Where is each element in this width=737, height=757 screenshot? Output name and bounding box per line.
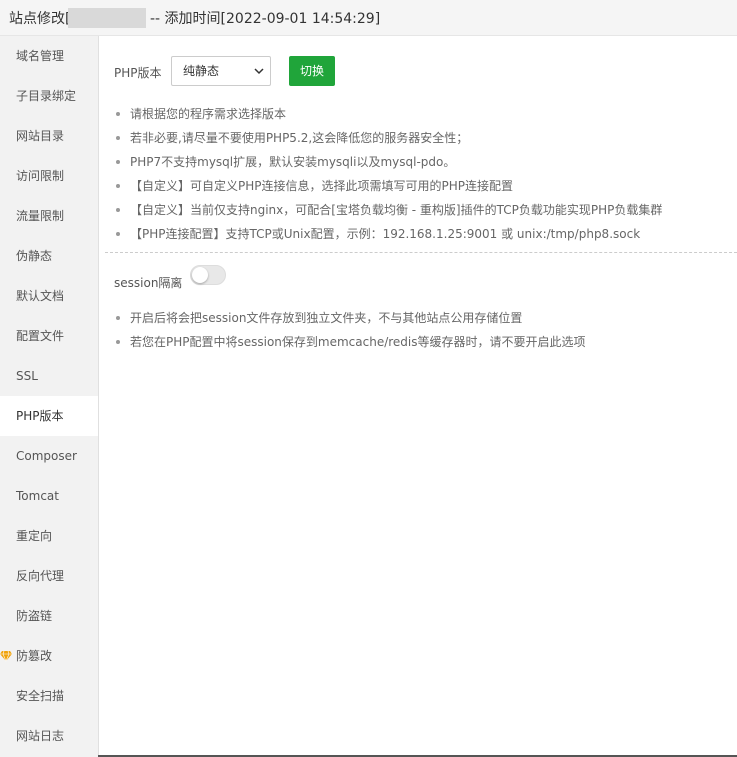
toggle-knob [192,267,208,283]
sidebar-item-label: SSL [16,369,38,383]
session-tips-list: 开启后将会把session文件存放到独立文件夹，不与其他站点公用存储位置若您在P… [113,306,733,354]
sidebar-item-label: 安全扫描 [16,689,65,703]
sidebar-item-11[interactable]: Tomcat [0,476,98,516]
session-isolation-toggle[interactable] [190,265,226,285]
sidebar-item-12[interactable]: 重定向 [0,516,98,556]
sidebar-item-14[interactable]: 防盗链 [0,596,98,636]
diamond-icon [0,650,12,662]
bullet-icon [116,232,120,236]
tip-item: 【自定义】可自定义PHP连接信息，选择此项需填写可用的PHP连接配置 [113,174,733,198]
tip-text: 【自定义】可自定义PHP连接信息，选择此项需填写可用的PHP连接配置 [130,179,513,193]
tip-text: 【自定义】当前仅支持nginx，可配合[宝塔负载均衡 - 重构版]插件的TCP负… [130,203,663,217]
window-title-prefix: 站点修改[ [9,11,71,27]
php-tips-list: 请根据您的程序需求选择版本若非必要,请尽量不要使用PHP5.2,这会降低您的服务… [113,102,733,246]
sidebar-item-2[interactable]: 网站目录 [0,116,98,156]
php-version-panel: PHP版本 纯静态 切换 请根据您的程序需求选择版本若非必要,请尽量不要使用PH… [98,36,737,757]
sidebar-item-label: 网站目录 [16,129,65,143]
tip-text: 若非必要,请尽量不要使用PHP5.2,这会降低您的服务器安全性； [130,131,469,145]
sidebar-item-3[interactable]: 访问限制 [0,156,98,196]
session-isolation-label: session隔离 [114,276,183,290]
tip-item: PHP7不支持mysql扩展，默认安装mysqli以及mysql-pdo。 [113,150,733,174]
sidebar-item-label: 配置文件 [16,329,65,343]
sidebar-item-label: 重定向 [16,529,53,543]
sidebar-item-9[interactable]: PHP版本 [0,396,98,436]
sidebar-item-label: 子目录绑定 [16,89,77,103]
sidebar-item-label: 默认文档 [16,289,65,303]
bullet-icon [116,340,120,344]
sidebar-item-10[interactable]: Composer [0,436,98,476]
sidebar-item-label: 防篡改 [16,649,53,663]
sidebar-item-label: 域名管理 [16,49,65,63]
bullet-icon [116,208,120,212]
tip-item: 【自定义】当前仅支持nginx，可配合[宝塔负载均衡 - 重构版]插件的TCP负… [113,198,733,222]
bullet-icon [116,160,120,164]
sidebar-item-6[interactable]: 默认文档 [0,276,98,316]
tip-text: 【PHP连接配置】支持TCP或Unix配置，示例：192.168.1.25:90… [130,227,641,241]
sidebar-item-label: 伪静态 [16,249,53,263]
bullet-icon [116,184,120,188]
sidebar-item-label: 网站日志 [16,729,65,743]
window-titlebar: 站点修改[ -- 添加时间[2022-09-01 14:54:29] [0,0,737,36]
tip-text: 请根据您的程序需求选择版本 [130,107,287,121]
tip-text: 开启后将会把session文件存放到独立文件夹，不与其他站点公用存储位置 [130,311,523,325]
sidebar-item-7[interactable]: 配置文件 [0,316,98,356]
sidebar-item-15[interactable]: 防篡改 [0,636,98,676]
bullet-icon [116,316,120,320]
sidebar-item-13[interactable]: 反向代理 [0,556,98,596]
tip-item: 请根据您的程序需求选择版本 [113,102,733,126]
php-version-select[interactable]: 纯静态 [171,56,271,86]
tip-text: PHP7不支持mysql扩展，默认安装mysqli以及mysql-pdo。 [130,155,456,169]
sidebar-item-8[interactable]: SSL [0,356,98,396]
sidebar-item-label: 访问限制 [16,169,65,183]
sidebar-item-17[interactable]: 网站日志 [0,716,98,756]
sidebar-item-16[interactable]: 安全扫描 [0,676,98,716]
sidebar-item-label: 流量限制 [16,209,65,223]
chevron-down-icon [254,68,264,75]
tip-item: 开启后将会把session文件存放到独立文件夹，不与其他站点公用存储位置 [113,306,733,330]
settings-sidebar: 域名管理子目录绑定网站目录访问限制流量限制伪静态默认文档配置文件 SSL PHP版本… [0,36,98,757]
tip-item: 若非必要,请尽量不要使用PHP5.2,这会降低您的服务器安全性； [113,126,733,150]
php-version-label: PHP版本 [114,66,162,80]
sidebar-item-label: Tomcat [16,489,59,503]
sidebar-item-label: 反向代理 [16,569,65,583]
section-divider [105,252,737,253]
tip-item: 若您在PHP配置中将session保存到memcache/redis等缓存器时，… [113,330,733,354]
tip-text: 若您在PHP配置中将session保存到memcache/redis等缓存器时，… [130,335,586,349]
sidebar-item-label: 防盗链 [16,609,53,623]
sidebar-item-4[interactable]: 流量限制 [0,196,98,236]
switch-php-version-button[interactable]: 切换 [289,56,335,86]
sidebar-item-label: Composer [16,449,77,463]
sidebar-item-5[interactable]: 伪静态 [0,236,98,276]
sidebar-item-0[interactable]: 域名管理 [0,36,98,76]
php-version-selected: 纯静态 [183,64,220,78]
sidebar-item-1[interactable]: 子目录绑定 [0,76,98,116]
bullet-icon [116,136,120,140]
redacted-site-name [68,8,146,28]
bullet-icon [116,112,120,116]
sidebar-item-label: PHP版本 [16,409,64,423]
window-title-added-time: -- 添加时间[2022-09-01 14:54:29] [150,11,381,27]
tip-item: 【PHP连接配置】支持TCP或Unix配置，示例：192.168.1.25:90… [113,222,733,246]
